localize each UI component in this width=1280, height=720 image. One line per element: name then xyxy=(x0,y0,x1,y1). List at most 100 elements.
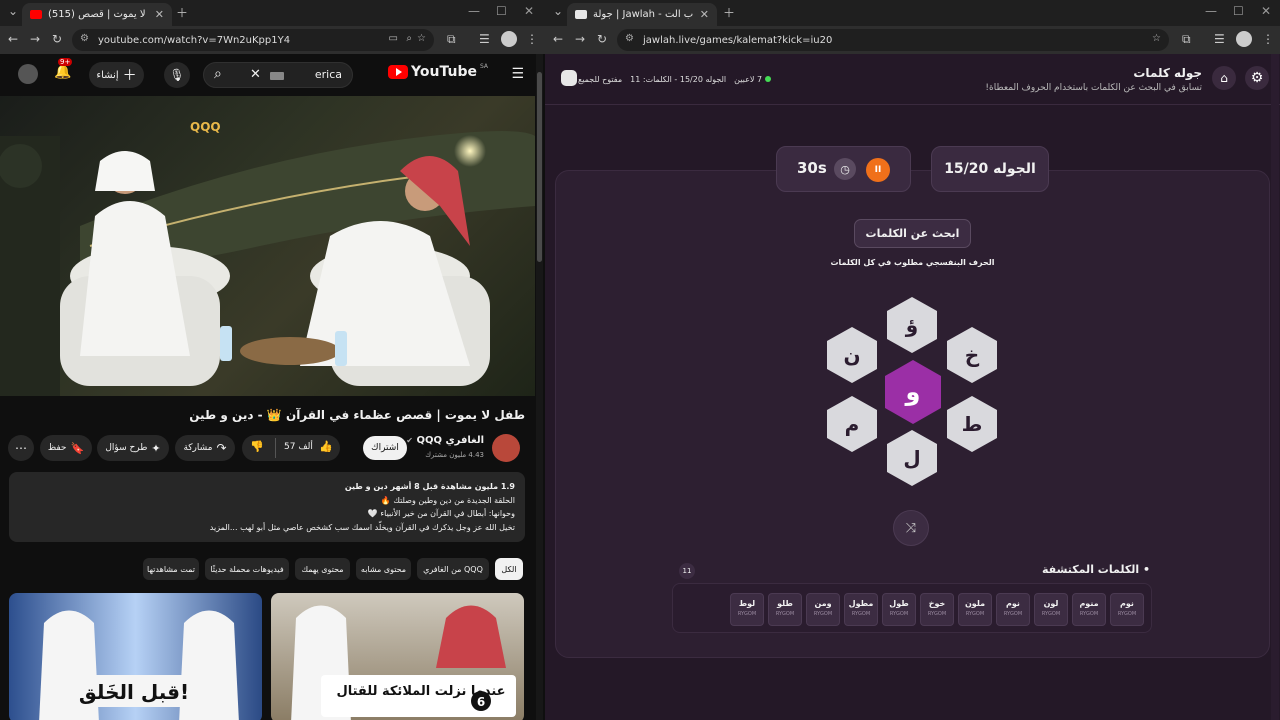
channel-avatar[interactable] xyxy=(492,434,520,462)
back-icon[interactable]: ← xyxy=(8,32,18,46)
bookmark-star-icon[interactable]: ☆ xyxy=(417,33,426,44)
chip-recent-uploads[interactable]: فيديوهات محملة حديثًا xyxy=(205,558,289,580)
like-dislike-group: 👎 57 ألف 👍 xyxy=(242,435,340,461)
tab-strip: ⌄ جولة | Jawlah - منصة الألعاب الت... ✕ … xyxy=(545,0,1280,26)
voice-search-button[interactable]: 🎙 xyxy=(164,62,190,88)
reading-list-icon[interactable]: ☰ xyxy=(479,32,490,46)
save-label: حفظ xyxy=(47,443,67,453)
minimize-icon[interactable]: — xyxy=(468,4,480,18)
profile-avatar[interactable] xyxy=(1236,31,1252,47)
round-label: الجوله 15/20 xyxy=(944,161,1036,177)
home-button[interactable]: ⌂ xyxy=(1212,66,1236,90)
share-button[interactable]: مشاركة ↷ xyxy=(175,435,235,461)
letter: ن xyxy=(843,343,861,367)
scrollbar-thumb[interactable] xyxy=(537,72,542,262)
create-button[interactable]: إنشاء ＋ xyxy=(89,62,144,88)
forward-icon[interactable]: → xyxy=(30,32,40,46)
page-scrollbar[interactable] xyxy=(536,54,543,720)
close-tab-icon[interactable]: ✕ xyxy=(700,8,709,21)
chip-from-channel[interactable]: من الغافري QQQ xyxy=(417,558,489,580)
share-icon: ↷ xyxy=(216,441,227,455)
video-player[interactable]: QQQ xyxy=(0,96,535,396)
word-text: منوم xyxy=(1079,599,1099,608)
word-player: RYGOM xyxy=(851,611,871,617)
search-input[interactable]: ⌕ ✕ erica xyxy=(203,62,353,88)
bookmark-star-icon[interactable]: ☆ xyxy=(1152,33,1161,44)
tab-menu-icon[interactable]: ⌄ xyxy=(8,4,18,18)
found-word: طول RYGOM xyxy=(882,593,916,626)
youtube-logo[interactable]: YouTube SA xyxy=(388,63,488,80)
timer: 30s ◷ II xyxy=(776,146,911,192)
found-words-list: نوم RYGOM منوم RYGOM لون RYGOM نوم RYGOM ملو… xyxy=(672,583,1152,633)
close-window-icon[interactable]: ✕ xyxy=(524,4,534,18)
word-text: نوم xyxy=(1006,599,1020,608)
nav-bar: ← → ↻ ⚙ youtube.com/watch?v=7Wn2uKpp1Y4 … xyxy=(0,26,545,54)
close-window-icon[interactable]: ✕ xyxy=(1261,4,1271,18)
site-info-icon[interactable]: ⚙ xyxy=(625,33,634,44)
browser-menu-icon[interactable]: ⋮ xyxy=(526,32,538,46)
address-bar[interactable]: ⚙ youtube.com/watch?v=7Wn2uKpp1Y4 ▭ ⌕ ☆ xyxy=(72,29,434,51)
reload-icon[interactable]: ↻ xyxy=(597,32,607,46)
chip-for-you[interactable]: محتوى يهمك xyxy=(295,558,350,580)
search-icon[interactable]: ⌕ xyxy=(214,66,222,82)
related-video-thumbnail[interactable]: قبل الخَلق! xyxy=(9,593,262,720)
keyboard-icon[interactable] xyxy=(270,72,284,80)
close-tab-icon[interactable]: ✕ xyxy=(155,8,164,21)
reload-icon[interactable]: ↻ xyxy=(52,32,62,46)
tab-youtube[interactable]: (515) طفل لا يموت | قصص... ✕ xyxy=(22,3,172,26)
extensions-icon[interactable]: ⧉ xyxy=(447,32,456,47)
share-label: مشاركة xyxy=(183,443,213,453)
site-info-icon[interactable]: ⚙ xyxy=(80,33,89,44)
forward-icon[interactable]: → xyxy=(575,32,585,46)
word-player: RYGOM xyxy=(737,611,757,617)
more-actions-button[interactable]: ⋯ xyxy=(8,435,34,461)
new-tab-icon[interactable]: ＋ xyxy=(176,4,188,21)
youtube-play-icon xyxy=(388,65,409,79)
notifications-button[interactable]: 🔔 9+ xyxy=(54,58,73,80)
found-word: لون RYGOM xyxy=(1034,593,1068,626)
shuffle-button[interactable]: ⤨ xyxy=(893,510,929,546)
extensions-icon[interactable]: ⧉ xyxy=(1182,32,1191,47)
svg-text:QQQ: QQQ xyxy=(190,120,221,134)
account-avatar[interactable] xyxy=(18,64,38,84)
chip-watched[interactable]: تمت مشاهدتها xyxy=(143,558,199,580)
chip-all[interactable]: الكل xyxy=(495,558,523,580)
chip-similar[interactable]: محتوى مشابه xyxy=(356,558,411,580)
players-count: 7 لاعبين xyxy=(734,75,763,84)
back-icon[interactable]: ← xyxy=(553,32,563,46)
profile-avatar[interactable] xyxy=(501,31,517,47)
found-word: طلو RYGOM xyxy=(768,593,802,626)
clear-search-icon[interactable]: ✕ xyxy=(250,67,261,82)
found-words-title: • الكلمات المكتشفة xyxy=(1042,563,1150,576)
reading-list-icon[interactable]: ☰ xyxy=(1214,32,1225,46)
save-button[interactable]: حفظ 🔖 xyxy=(40,435,92,461)
page-scrollbar[interactable] xyxy=(1271,54,1279,720)
related-video-thumbnail[interactable]: عندما نزلت الملائكة للقتال 6 xyxy=(271,593,524,720)
address-bar[interactable]: ⚙ jawlah.live/games/kalemat?kick=iu20 ☆ xyxy=(617,29,1169,51)
like-icon[interactable]: 👍 xyxy=(319,440,333,453)
found-word: ومن RYGOM xyxy=(806,593,840,626)
thumbnail-image: عندما نزلت الملائكة للقتال 6 xyxy=(291,605,516,720)
found-word: نوم RYGOM xyxy=(996,593,1030,626)
subscribe-button[interactable]: اشتراك xyxy=(363,436,407,460)
found-word: لوط RYGOM xyxy=(730,593,764,626)
hamburger-menu-icon[interactable]: ☰ xyxy=(511,66,524,82)
settings-button[interactable]: ⚙ xyxy=(1245,66,1269,90)
minimize-icon[interactable]: — xyxy=(1205,4,1217,18)
zoom-icon[interactable]: ⌕ xyxy=(406,33,412,44)
channel-name-row[interactable]: الغافري QQQ ✔ xyxy=(406,435,484,446)
browser-menu-icon[interactable]: ⋮ xyxy=(1262,32,1274,46)
cast-icon[interactable]: ▭ xyxy=(389,33,398,44)
maximize-icon[interactable]: ☐ xyxy=(496,4,507,18)
tab-menu-icon[interactable]: ⌄ xyxy=(553,4,563,18)
video-description[interactable]: 1.9 مليون مشاهدة قبل 8 أشهر دين و طين ال… xyxy=(9,472,525,542)
pause-button[interactable]: II xyxy=(866,158,890,182)
like-count[interactable]: 57 ألف xyxy=(284,442,313,452)
new-tab-icon[interactable]: ＋ xyxy=(723,4,735,21)
ask-button[interactable]: طرح سؤال ✦ xyxy=(97,435,169,461)
tab-jawlah[interactable]: جولة | Jawlah - منصة الألعاب الت... ✕ xyxy=(567,3,717,26)
channel-name: الغافري QQQ xyxy=(416,435,484,446)
word-text: لوط xyxy=(738,599,756,608)
maximize-icon[interactable]: ☐ xyxy=(1233,4,1244,18)
dislike-icon[interactable]: 👎 xyxy=(250,440,264,453)
